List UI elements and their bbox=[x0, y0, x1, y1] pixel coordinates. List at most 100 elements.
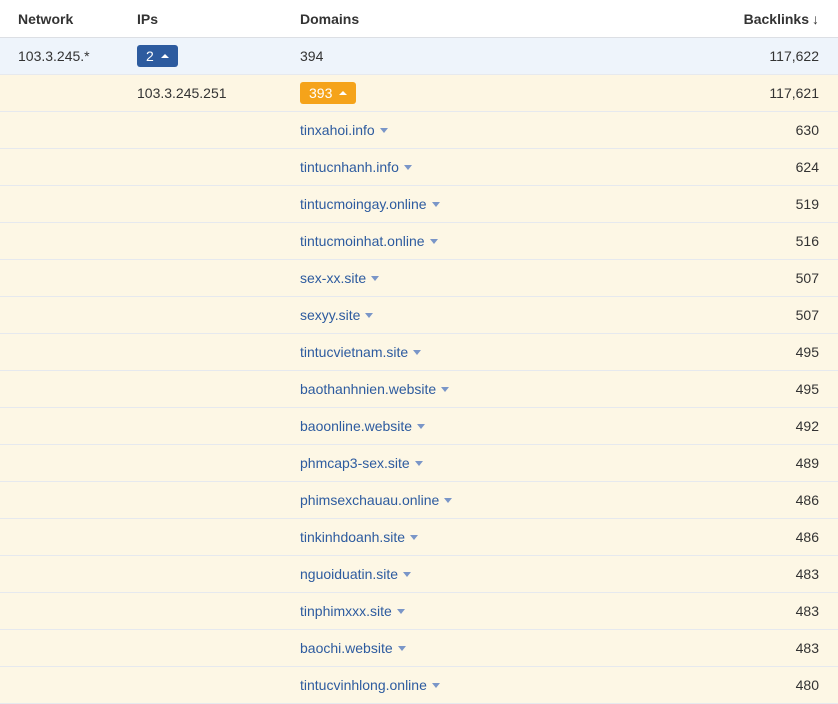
domain-dropdown-caret-icon[interactable] bbox=[403, 164, 412, 170]
column-header-network[interactable]: Network bbox=[0, 11, 137, 27]
ip-address-value: 103.3.245.251 bbox=[137, 85, 227, 101]
domain-link[interactable]: tinphimxxx.site bbox=[300, 603, 392, 619]
network-backlinks-count: 117,622 bbox=[769, 48, 819, 64]
domain-cell: tinxahoi.info bbox=[300, 122, 660, 138]
domain-row: tinkinhdoanh.site 486 bbox=[0, 519, 838, 556]
domain-dropdown-caret-icon[interactable] bbox=[371, 275, 380, 281]
domain-rows: tinxahoi.info 630 tintucnhanh.info 624 t… bbox=[0, 112, 838, 704]
domain-cell: tintucvietnam.site bbox=[300, 344, 660, 360]
ips-count-label: 2 bbox=[146, 48, 154, 64]
domain-link[interactable]: tintucmoinhat.online bbox=[300, 233, 425, 249]
network-value: 103.3.245.* bbox=[18, 48, 90, 64]
domain-dropdown-caret-icon[interactable] bbox=[444, 497, 453, 503]
domain-cell: tinphimxxx.site bbox=[300, 603, 660, 619]
domain-row: tinxahoi.info 630 bbox=[0, 112, 838, 149]
domain-dropdown-caret-icon[interactable] bbox=[365, 312, 374, 318]
ip-backlinks-count: 117,621 bbox=[769, 85, 819, 101]
domain-link[interactable]: baothanhnien.website bbox=[300, 381, 436, 397]
domain-backlinks-count: 486 bbox=[795, 492, 819, 508]
domain-link[interactable]: tinkinhdoanh.site bbox=[300, 529, 405, 545]
domain-cell: tintucvinhlong.online bbox=[300, 677, 660, 693]
domain-link[interactable]: baoonline.website bbox=[300, 418, 412, 434]
domain-row: baoonline.website 492 bbox=[0, 408, 838, 445]
domain-link[interactable]: tintucvinhlong.online bbox=[300, 677, 427, 693]
domain-backlinks-count: 492 bbox=[795, 418, 819, 434]
domain-cell: tintucnhanh.info bbox=[300, 159, 660, 175]
domain-backlinks-count: 483 bbox=[795, 566, 819, 582]
domain-cell: baoonline.website bbox=[300, 418, 660, 434]
domain-dropdown-caret-icon[interactable] bbox=[379, 127, 388, 133]
domains-count-label: 393 bbox=[309, 85, 333, 101]
domain-row: phmcap3-sex.site 489 bbox=[0, 445, 838, 482]
domain-row: tintucnhanh.info 624 bbox=[0, 149, 838, 186]
domain-link[interactable]: tintucmoingay.online bbox=[300, 196, 427, 212]
domain-row: baothanhnien.website 495 bbox=[0, 371, 838, 408]
network-row: 103.3.245.* 2 394 117,622 bbox=[0, 38, 838, 75]
domain-cell: tintucmoingay.online bbox=[300, 196, 660, 212]
domain-row: nguoiduatin.site 483 bbox=[0, 556, 838, 593]
domain-row: baochi.website 483 bbox=[0, 630, 838, 667]
domain-backlinks-count: 483 bbox=[795, 640, 819, 656]
domain-dropdown-caret-icon[interactable] bbox=[429, 238, 438, 244]
domain-dropdown-caret-icon[interactable] bbox=[410, 534, 419, 540]
ips-cell: 2 bbox=[137, 45, 300, 67]
domain-backlinks-count: 495 bbox=[795, 381, 819, 397]
domain-dropdown-caret-icon[interactable] bbox=[396, 608, 405, 614]
domain-backlinks-count: 516 bbox=[795, 233, 819, 249]
sort-descending-icon: ↓ bbox=[812, 10, 819, 27]
backlinks-network-table: Network IPs Domains Backlinks ↓ 103.3.245… bbox=[0, 0, 838, 704]
column-header-backlinks[interactable]: Backlinks ↓ bbox=[660, 11, 838, 27]
domain-backlinks-count: 480 bbox=[795, 677, 819, 693]
column-header-domains[interactable]: Domains bbox=[300, 11, 660, 27]
domain-dropdown-caret-icon[interactable] bbox=[441, 386, 450, 392]
domain-row: tintucmoinhat.online 516 bbox=[0, 223, 838, 260]
domain-cell: phmcap3-sex.site bbox=[300, 455, 660, 471]
domains-count-toggle-button[interactable]: 393 bbox=[300, 82, 357, 104]
domain-backlinks-count: 483 bbox=[795, 603, 819, 619]
domain-dropdown-caret-icon[interactable] bbox=[417, 423, 426, 429]
backlinks-header-label: Backlinks bbox=[743, 10, 809, 27]
domain-row: tintucvinhlong.online 480 bbox=[0, 667, 838, 704]
domain-cell: sex-xx.site bbox=[300, 270, 660, 286]
domain-link[interactable]: sex-xx.site bbox=[300, 270, 366, 286]
column-header-ips[interactable]: IPs bbox=[137, 11, 300, 27]
domain-link[interactable]: tinxahoi.info bbox=[300, 122, 375, 138]
domain-backlinks-count: 489 bbox=[795, 455, 819, 471]
domain-row: tinphimxxx.site 483 bbox=[0, 593, 838, 630]
domain-cell: baochi.website bbox=[300, 640, 660, 656]
domain-backlinks-count: 507 bbox=[795, 270, 819, 286]
domain-cell: tintucmoinhat.online bbox=[300, 233, 660, 249]
domain-cell: tinkinhdoanh.site bbox=[300, 529, 660, 545]
ip-row: 103.3.245.251 393 117,621 bbox=[0, 75, 838, 112]
domain-dropdown-caret-icon[interactable] bbox=[431, 682, 440, 688]
domain-link[interactable]: nguoiduatin.site bbox=[300, 566, 398, 582]
domain-backlinks-count: 519 bbox=[795, 196, 819, 212]
network-domains-count: 394 bbox=[300, 48, 324, 64]
table-header: Network IPs Domains Backlinks ↓ bbox=[0, 0, 838, 38]
collapse-up-icon bbox=[339, 91, 348, 95]
domain-cell: nguoiduatin.site bbox=[300, 566, 660, 582]
domain-dropdown-caret-icon[interactable] bbox=[414, 460, 423, 466]
domain-dropdown-caret-icon[interactable] bbox=[397, 645, 406, 651]
domain-dropdown-caret-icon[interactable] bbox=[431, 201, 440, 207]
domains-cell: 393 bbox=[300, 82, 660, 104]
domain-row: tintucvietnam.site 495 bbox=[0, 334, 838, 371]
domain-backlinks-count: 507 bbox=[795, 307, 819, 323]
domain-cell: baothanhnien.website bbox=[300, 381, 660, 397]
domain-cell: phimsexchauau.online bbox=[300, 492, 660, 508]
domain-row: phimsexchauau.online 486 bbox=[0, 482, 838, 519]
domain-row: sex-xx.site 507 bbox=[0, 260, 838, 297]
domain-link[interactable]: sexyy.site bbox=[300, 307, 360, 323]
domain-dropdown-caret-icon[interactable] bbox=[413, 349, 422, 355]
domain-link[interactable]: baochi.website bbox=[300, 640, 393, 656]
domain-link[interactable]: tintucnhanh.info bbox=[300, 159, 399, 175]
domain-dropdown-caret-icon[interactable] bbox=[403, 571, 412, 577]
domain-cell: sexyy.site bbox=[300, 307, 660, 323]
domain-link[interactable]: phimsexchauau.online bbox=[300, 492, 439, 508]
ips-count-toggle-button[interactable]: 2 bbox=[137, 45, 178, 67]
domain-link[interactable]: phmcap3-sex.site bbox=[300, 455, 410, 471]
domain-row: tintucmoingay.online 519 bbox=[0, 186, 838, 223]
domain-backlinks-count: 495 bbox=[795, 344, 819, 360]
domain-link[interactable]: tintucvietnam.site bbox=[300, 344, 408, 360]
domain-backlinks-count: 624 bbox=[795, 159, 819, 175]
